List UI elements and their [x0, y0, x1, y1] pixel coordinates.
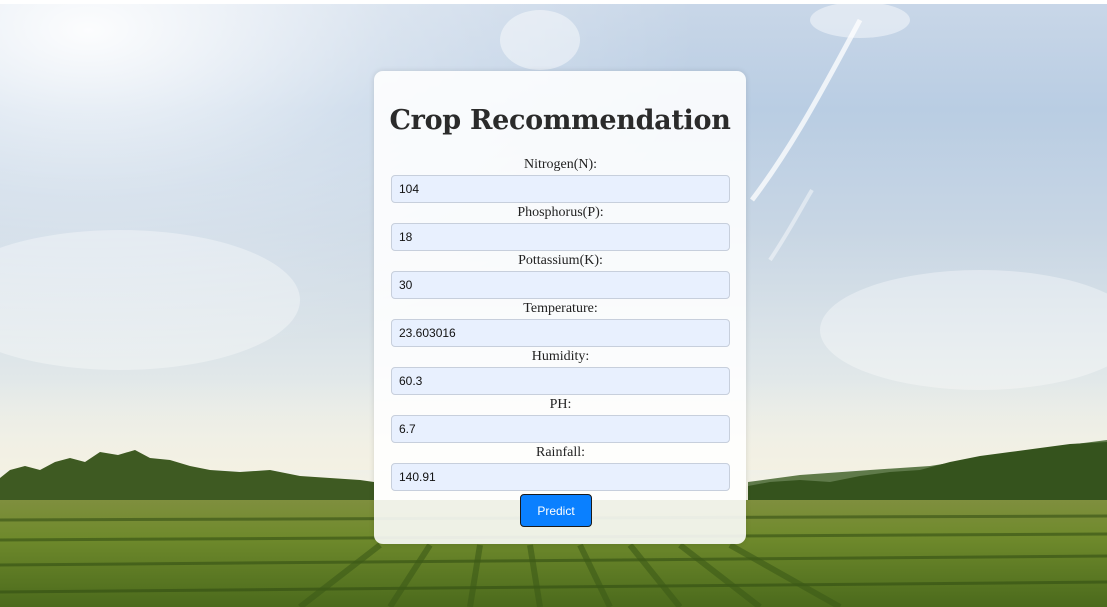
ph-label: PH:: [549, 397, 572, 412]
predict-button[interactable]: Predict: [520, 494, 592, 527]
potassium-input[interactable]: [391, 271, 730, 299]
rainfall-input[interactable]: [391, 463, 730, 491]
phosphorus-label: Phosphorus(P):: [517, 205, 604, 220]
field-potassium: Pottassium(K):: [391, 251, 730, 299]
field-temperature: Temperature:: [391, 299, 730, 347]
field-rainfall: Rainfall:: [391, 443, 730, 491]
crop-form-card: Crop Recommendation Nitrogen(N): Phospho…: [374, 71, 746, 544]
humidity-input[interactable]: [391, 367, 730, 395]
temperature-label: Temperature:: [523, 301, 598, 316]
rainfall-label: Rainfall:: [536, 445, 585, 460]
top-border: [0, 0, 1107, 4]
field-ph: PH:: [391, 395, 730, 443]
humidity-label: Humidity:: [531, 349, 590, 364]
nitrogen-label: Nitrogen(N):: [523, 157, 598, 172]
phosphorus-input[interactable]: [391, 223, 730, 251]
potassium-label: Pottassium(K):: [518, 253, 603, 268]
temperature-input[interactable]: [391, 319, 730, 347]
field-humidity: Humidity:: [391, 347, 730, 395]
crop-recommendation-form: Nitrogen(N): Phosphorus(P): Pottassium(K…: [391, 155, 730, 491]
ph-input[interactable]: [391, 415, 730, 443]
field-phosphorus: Phosphorus(P):: [391, 203, 730, 251]
field-nitrogen: Nitrogen(N):: [391, 155, 730, 203]
page-title: Crop Recommendation: [389, 105, 731, 136]
nitrogen-input[interactable]: [391, 175, 730, 203]
